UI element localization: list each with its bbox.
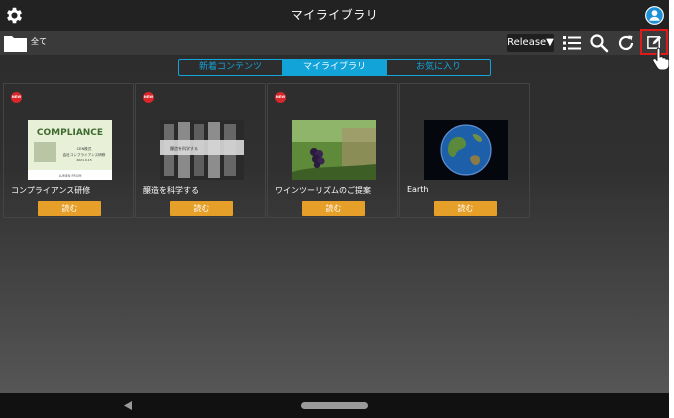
thumb-line: 会社コンプライアンス研修: [63, 152, 106, 157]
content-card[interactable]: NEW 醸造を科学する 醸造を科学する 読む: [135, 83, 266, 218]
new-badge: NEW: [143, 92, 154, 103]
release-dropdown[interactable]: Release▼: [507, 34, 554, 52]
list-icon[interactable]: [562, 33, 582, 53]
card-title: 醸造を科学する: [143, 186, 199, 195]
thumb-caption: 醸造を科学する: [170, 145, 198, 151]
read-button[interactable]: 読む: [170, 201, 233, 216]
page-title: マイライブラリ: [290, 8, 379, 22]
search-icon[interactable]: [589, 33, 609, 53]
back-icon[interactable]: [124, 401, 132, 410]
account-icon[interactable]: [645, 6, 664, 25]
read-button[interactable]: 読む: [434, 201, 497, 216]
thumb-line: CEN株式: [77, 146, 92, 151]
tab-my-library[interactable]: マイライブラリ: [283, 60, 387, 75]
tab-favorites[interactable]: お気に入り: [387, 60, 490, 75]
content-card[interactable]: NEW COMPLIANCE CEN株式 会社コンプライアンス研修 2021.9…: [3, 83, 134, 218]
segment-tabs: 新着コンテンツ マイライブラリ お気に入り: [178, 59, 491, 76]
content-card[interactable]: NEW ワインツーリズムのご提案 読む: [267, 83, 398, 218]
tab-new-contents[interactable]: 新着コンテンツ: [179, 60, 283, 75]
top-bar: マイライブラリ: [0, 0, 669, 31]
thumb-line: 2021.9.15: [76, 158, 91, 162]
card-title: Earth: [407, 185, 429, 194]
folder-icon[interactable]: [4, 34, 27, 52]
card-title: コンプライアンス研修: [11, 186, 91, 195]
content-card[interactable]: Earth 読む: [399, 83, 530, 218]
thumbnail-wine-grapes[interactable]: [292, 120, 376, 180]
thumbnail-brewing[interactable]: 醸造を科学する: [160, 120, 244, 180]
app-window: マイライブラリ 全て Release▼ 新着コンテンツ マイライブラリ お気に入…: [0, 0, 669, 418]
read-button[interactable]: 読む: [38, 201, 101, 216]
new-badge: NEW: [11, 92, 22, 103]
toolbar: 全て Release▼: [0, 31, 669, 55]
home-pill[interactable]: [301, 402, 368, 409]
system-nav-bar: [0, 393, 669, 418]
thumb-heading: COMPLIANCE: [37, 128, 103, 138]
card-title: ワインツーリズムのご提案: [275, 186, 371, 195]
thumbnail-earth[interactable]: [424, 120, 508, 180]
hand-cursor-icon: [652, 47, 669, 70]
new-badge: NEW: [275, 92, 286, 103]
refresh-icon[interactable]: [616, 33, 636, 53]
thumb-footer: LUMEN FROM: [59, 174, 82, 178]
folder-label: 全て: [31, 37, 47, 46]
thumbnail-compliance[interactable]: COMPLIANCE CEN株式 会社コンプライアンス研修 2021.9.15 …: [28, 120, 112, 180]
read-button[interactable]: 読む: [302, 201, 365, 216]
